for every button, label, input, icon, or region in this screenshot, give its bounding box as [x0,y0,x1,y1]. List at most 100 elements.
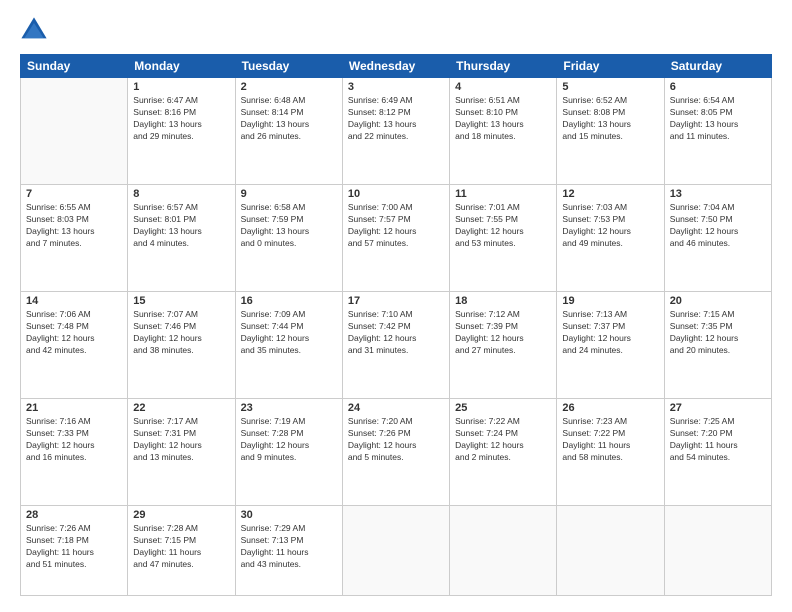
day-number: 2 [241,81,337,93]
day-number: 15 [133,295,229,307]
calendar-week-row: 1 Sunrise: 6:47 AM Sunset: 8:16 PM Daylig… [21,78,772,185]
day-info: Sunrise: 7:13 AM Sunset: 7:37 PM Dayligh… [562,309,658,357]
calendar-cell: 13 Sunrise: 7:04 AM Sunset: 7:50 PM Dayli… [664,185,771,292]
calendar-cell: 19Sunrise: 7:13 AM Sunset: 7:37 PM Dayli… [557,292,664,399]
logo [20,16,52,44]
day-number: 22 [133,402,229,414]
calendar-cell: 12 Sunrise: 7:03 AM Sunset: 7:53 PM Dayli… [557,185,664,292]
calendar-cell: 1 Sunrise: 6:47 AM Sunset: 8:16 PM Daylig… [128,78,235,185]
day-info: Sunrise: 6:52 AM Sunset: 8:08 PM Dayligh… [562,95,658,143]
day-info: Sunrise: 7:17 AM Sunset: 7:31 PM Dayligh… [133,416,229,464]
calendar-cell: 28 Sunrise: 7:26 AM Sunset: 7:18 PM Dayli… [21,506,128,596]
day-info: Sunrise: 7:22 AM Sunset: 7:24 PM Dayligh… [455,416,551,464]
day-number: 28 [26,509,122,521]
day-info: Sunrise: 7:29 AM Sunset: 7:13 PM Dayligh… [241,523,337,571]
page: SundayMondayTuesdayWednesdayThursdayFrid… [0,0,792,612]
day-of-week-header: Sunday [21,55,128,78]
day-info: Sunrise: 7:03 AM Sunset: 7:53 PM Dayligh… [562,202,658,250]
calendar-cell: 27Sunrise: 7:25 AM Sunset: 7:20 PM Dayli… [664,399,771,506]
calendar-cell: 17 Sunrise: 7:10 AM Sunset: 7:42 PM Dayli… [342,292,449,399]
calendar-cell: 14 Sunrise: 7:06 AM Sunset: 7:48 PM Dayli… [21,292,128,399]
day-number: 18 [455,295,551,307]
day-number: 24 [348,402,444,414]
calendar-cell: 16 Sunrise: 7:09 AM Sunset: 7:44 PM Dayli… [235,292,342,399]
calendar-cell: 22 Sunrise: 7:17 AM Sunset: 7:31 PM Dayli… [128,399,235,506]
day-info: Sunrise: 7:12 AM Sunset: 7:39 PM Dayligh… [455,309,551,357]
day-info: Sunrise: 6:48 AM Sunset: 8:14 PM Dayligh… [241,95,337,143]
day-number: 3 [348,81,444,93]
calendar-week-row: 14 Sunrise: 7:06 AM Sunset: 7:48 PM Dayli… [21,292,772,399]
calendar-cell: 3Sunrise: 6:49 AM Sunset: 8:12 PM Daylig… [342,78,449,185]
day-of-week-header: Friday [557,55,664,78]
day-info: Sunrise: 6:57 AM Sunset: 8:01 PM Dayligh… [133,202,229,250]
calendar-cell: 18 Sunrise: 7:12 AM Sunset: 7:39 PM Dayli… [450,292,557,399]
calendar-cell: 10Sunrise: 7:00 AM Sunset: 7:57 PM Dayli… [342,185,449,292]
calendar-cell: 23 Sunrise: 7:19 AM Sunset: 7:28 PM Dayli… [235,399,342,506]
calendar-cell [342,506,449,596]
day-number: 21 [26,402,122,414]
day-number: 23 [241,402,337,414]
day-number: 7 [26,188,122,200]
day-number: 8 [133,188,229,200]
day-info: Sunrise: 7:28 AM Sunset: 7:15 PM Dayligh… [133,523,229,571]
calendar-cell: 24Sunrise: 7:20 AM Sunset: 7:26 PM Dayli… [342,399,449,506]
calendar-cell [557,506,664,596]
day-number: 26 [562,402,658,414]
day-info: Sunrise: 7:01 AM Sunset: 7:55 PM Dayligh… [455,202,551,250]
day-number: 30 [241,509,337,521]
day-info: Sunrise: 6:55 AM Sunset: 8:03 PM Dayligh… [26,202,122,250]
calendar-cell: 2 Sunrise: 6:48 AM Sunset: 8:14 PM Daylig… [235,78,342,185]
calendar-cell: 7 Sunrise: 6:55 AM Sunset: 8:03 PM Daylig… [21,185,128,292]
day-number: 10 [348,188,444,200]
calendar-cell: 20 Sunrise: 7:15 AM Sunset: 7:35 PM Dayli… [664,292,771,399]
day-of-week-header: Monday [128,55,235,78]
day-number: 11 [455,188,551,200]
calendar-cell: 21Sunrise: 7:16 AM Sunset: 7:33 PM Dayli… [21,399,128,506]
calendar-week-row: 21Sunrise: 7:16 AM Sunset: 7:33 PM Dayli… [21,399,772,506]
day-info: Sunrise: 6:54 AM Sunset: 8:05 PM Dayligh… [670,95,766,143]
day-info: Sunrise: 7:15 AM Sunset: 7:35 PM Dayligh… [670,309,766,357]
day-info: Sunrise: 7:19 AM Sunset: 7:28 PM Dayligh… [241,416,337,464]
calendar-table: SundayMondayTuesdayWednesdayThursdayFrid… [20,54,772,596]
logo-icon [20,16,48,44]
calendar-cell: 30 Sunrise: 7:29 AM Sunset: 7:13 PM Dayli… [235,506,342,596]
day-number: 29 [133,509,229,521]
calendar-cell [664,506,771,596]
calendar-cell: 4 Sunrise: 6:51 AM Sunset: 8:10 PM Daylig… [450,78,557,185]
calendar-cell: 26Sunrise: 7:23 AM Sunset: 7:22 PM Dayli… [557,399,664,506]
day-info: Sunrise: 6:51 AM Sunset: 8:10 PM Dayligh… [455,95,551,143]
day-info: Sunrise: 7:26 AM Sunset: 7:18 PM Dayligh… [26,523,122,571]
calendar-cell: 6 Sunrise: 6:54 AM Sunset: 8:05 PM Daylig… [664,78,771,185]
calendar-cell: 5 Sunrise: 6:52 AM Sunset: 8:08 PM Daylig… [557,78,664,185]
day-number: 9 [241,188,337,200]
day-number: 27 [670,402,766,414]
calendar-cell: 8 Sunrise: 6:57 AM Sunset: 8:01 PM Daylig… [128,185,235,292]
calendar-cell: 11 Sunrise: 7:01 AM Sunset: 7:55 PM Dayli… [450,185,557,292]
calendar-cell [21,78,128,185]
calendar-cell: 15 Sunrise: 7:07 AM Sunset: 7:46 PM Dayli… [128,292,235,399]
day-info: Sunrise: 7:10 AM Sunset: 7:42 PM Dayligh… [348,309,444,357]
day-info: Sunrise: 6:58 AM Sunset: 7:59 PM Dayligh… [241,202,337,250]
day-number: 13 [670,188,766,200]
day-number: 20 [670,295,766,307]
day-info: Sunrise: 6:47 AM Sunset: 8:16 PM Dayligh… [133,95,229,143]
day-number: 5 [562,81,658,93]
day-number: 6 [670,81,766,93]
day-number: 1 [133,81,229,93]
day-number: 25 [455,402,551,414]
day-number: 12 [562,188,658,200]
day-number: 16 [241,295,337,307]
day-of-week-header: Saturday [664,55,771,78]
day-of-week-header: Wednesday [342,55,449,78]
day-info: Sunrise: 7:09 AM Sunset: 7:44 PM Dayligh… [241,309,337,357]
calendar-header-row: SundayMondayTuesdayWednesdayThursdayFrid… [21,55,772,78]
day-number: 14 [26,295,122,307]
day-info: Sunrise: 7:04 AM Sunset: 7:50 PM Dayligh… [670,202,766,250]
day-info: Sunrise: 7:07 AM Sunset: 7:46 PM Dayligh… [133,309,229,357]
calendar-week-row: 7 Sunrise: 6:55 AM Sunset: 8:03 PM Daylig… [21,185,772,292]
day-number: 4 [455,81,551,93]
day-info: Sunrise: 7:06 AM Sunset: 7:48 PM Dayligh… [26,309,122,357]
day-of-week-header: Thursday [450,55,557,78]
calendar-week-row: 28 Sunrise: 7:26 AM Sunset: 7:18 PM Dayli… [21,506,772,596]
day-number: 17 [348,295,444,307]
